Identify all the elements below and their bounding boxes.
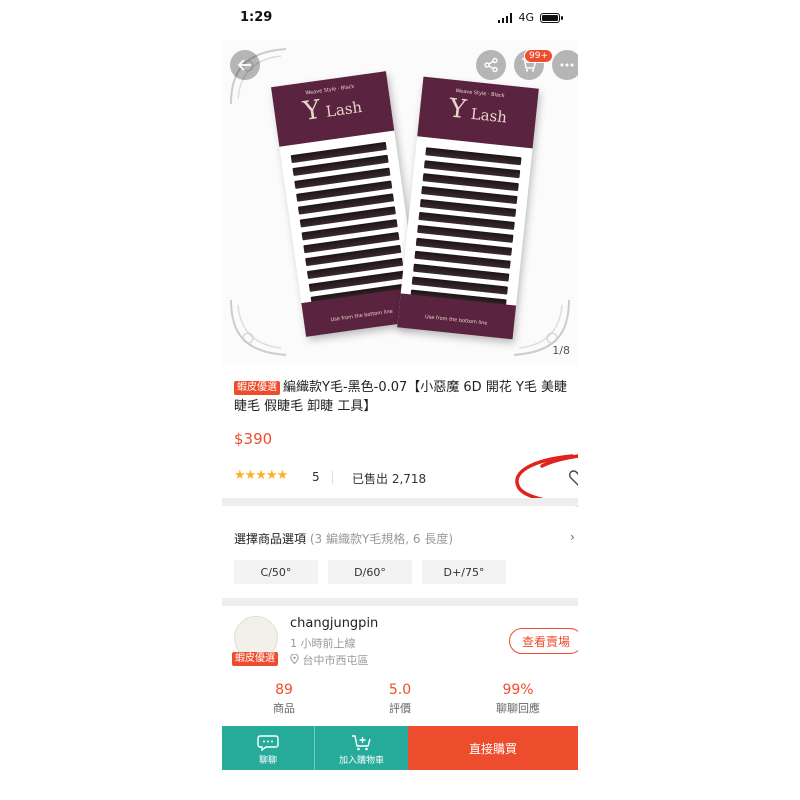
share-button[interactable] xyxy=(476,50,506,80)
arrow-left-icon xyxy=(237,59,251,71)
section-divider xyxy=(222,498,578,506)
more-dots-icon xyxy=(560,63,574,67)
view-shop-button[interactable]: 查看賣場 xyxy=(509,628,578,654)
buy-now-button[interactable]: 直接購買 xyxy=(408,726,578,770)
heart-icon[interactable] xyxy=(568,468,578,488)
shop-online-status: 1 小時前上線 xyxy=(290,637,356,650)
shop-stat-response: 99% 聊聊回應 xyxy=(496,682,540,715)
location-pin-icon xyxy=(290,653,299,665)
chat-icon xyxy=(257,735,279,752)
battery-icon xyxy=(540,12,563,23)
add-to-cart-button[interactable]: 加入購物車 xyxy=(314,726,408,770)
product-title: 蝦皮優選 編織款Y毛-黑色-0.07【小惡魔 6D 開花 Y毛 美睫 睫毛 假睫毛… xyxy=(234,378,574,416)
divider xyxy=(332,471,333,484)
corner-ornament-icon xyxy=(230,299,287,356)
rating-count: 5 xyxy=(312,470,320,484)
network-label: 4G xyxy=(518,11,534,24)
shop-location: 台中市西屯區 xyxy=(290,652,369,668)
shop-stat-rating: 5.0 評價 xyxy=(388,682,412,715)
rating-stars-icon: ★★★★★ xyxy=(234,468,288,483)
cart-count-badge: 99+ xyxy=(524,49,553,63)
shop-stat-products: 89 商品 xyxy=(273,682,295,715)
phone-screen: 1:29 4G 99+ Weave Style · Black Y Lash U… xyxy=(222,0,578,800)
status-bar: 1:29 4G xyxy=(222,0,578,40)
share-icon xyxy=(484,57,498,73)
preferred-seller-tag: 蝦皮優選 xyxy=(234,381,280,395)
product-image-gallery[interactable]: 99+ Weave Style · Black Y Lash Use from … xyxy=(222,40,578,365)
image-pager: 1/8 xyxy=(552,344,570,357)
more-button[interactable] xyxy=(552,50,578,80)
product-price: $390 xyxy=(234,430,273,448)
signal-icon xyxy=(497,12,513,23)
shop-name[interactable]: changjungpin xyxy=(290,616,378,631)
chat-button[interactable]: 聊聊 xyxy=(222,726,314,770)
product-title-text: 編織款Y毛-黑色-0.07【小惡魔 6D 開花 Y毛 美睫 睫毛 假睫毛 卸睫 … xyxy=(234,380,568,414)
status-time: 1:29 xyxy=(240,10,273,25)
rating-row[interactable]: ★★★★★ 5 已售出 2,718 xyxy=(234,468,578,488)
options-hint: (3 編織款Y毛規格, 6 長度) xyxy=(309,532,454,546)
shop-preferred-tag: 蝦皮優選 xyxy=(232,652,278,666)
add-cart-icon xyxy=(351,735,371,751)
option-chip[interactable]: D+/75° xyxy=(422,560,506,584)
bottom-action-bar: 聊聊 加入購物車 直接購買 xyxy=(222,726,578,770)
back-button[interactable] xyxy=(230,50,260,80)
select-options-row[interactable]: 選擇商品選項 (3 編織款Y毛規格, 6 長度) xyxy=(234,530,453,547)
chevron-right-icon[interactable]: › xyxy=(570,530,575,544)
option-chip[interactable]: C/50° xyxy=(234,560,318,584)
options-title: 選擇商品選項 xyxy=(234,532,307,546)
section-divider xyxy=(222,598,578,606)
option-chip[interactable]: D/60° xyxy=(328,560,412,584)
sold-count: 已售出 2,718 xyxy=(352,472,427,486)
